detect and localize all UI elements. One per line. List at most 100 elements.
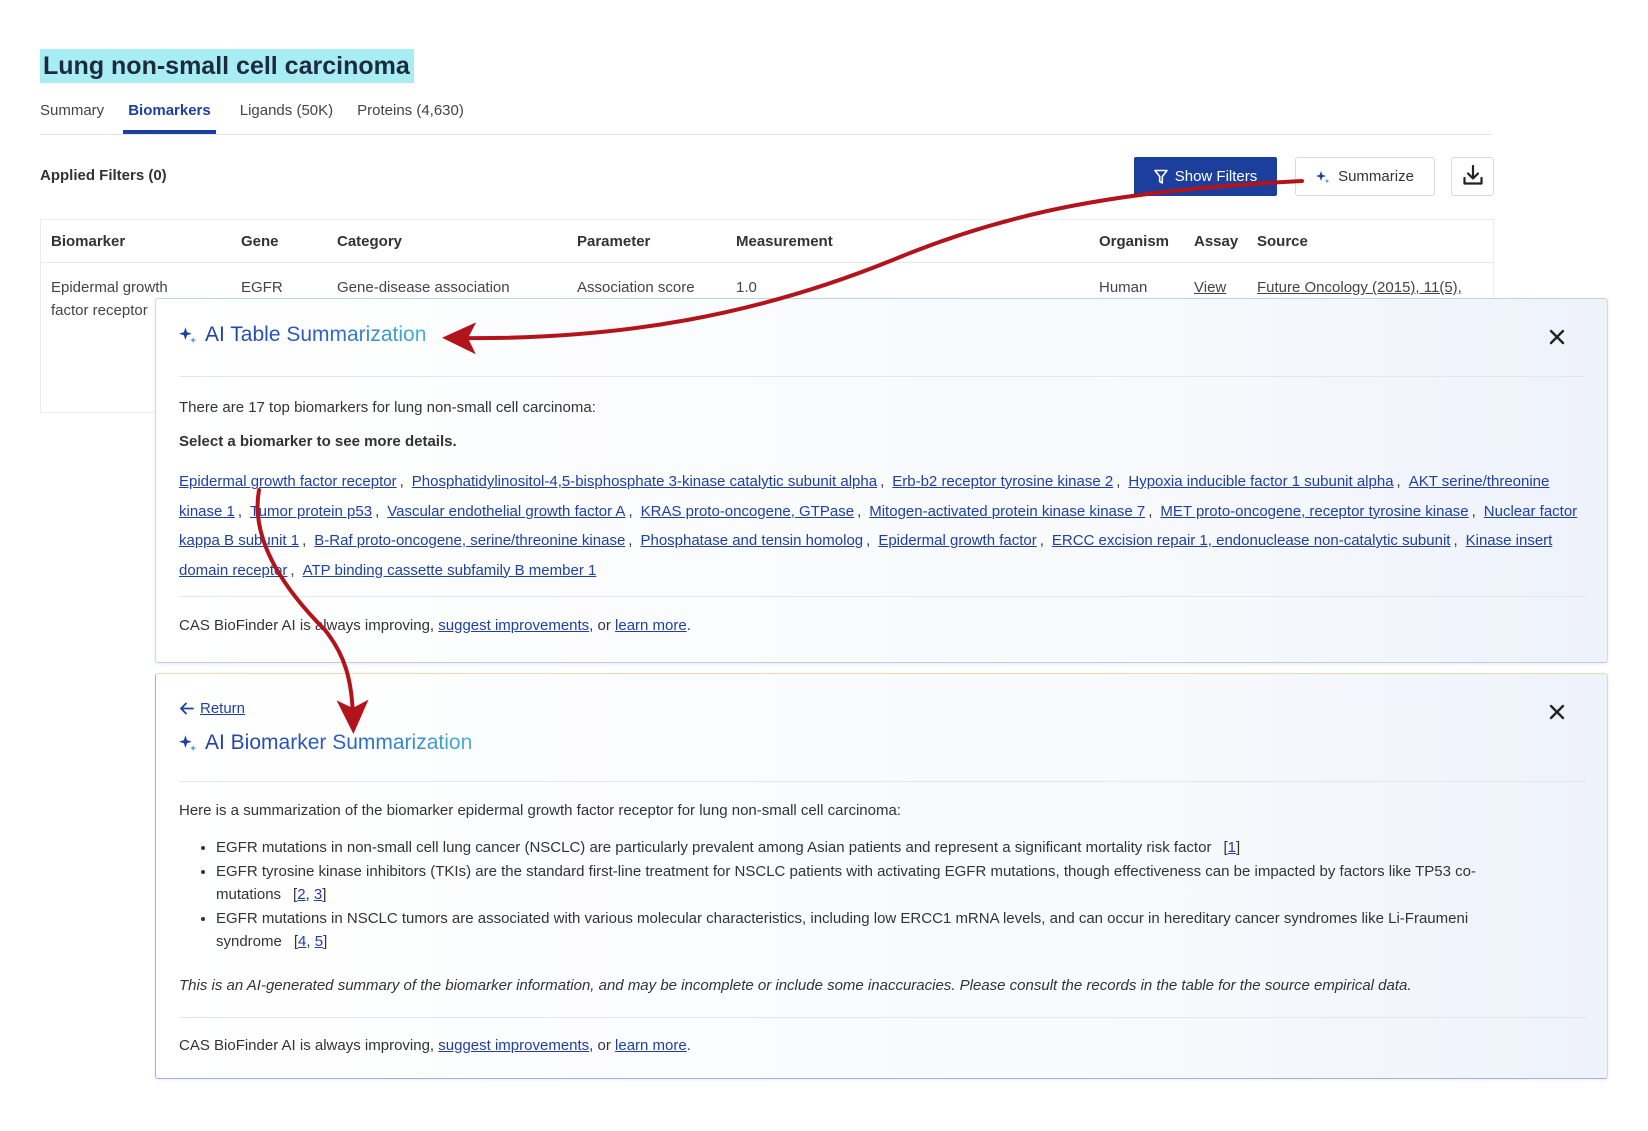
footer-text: , or [589,617,616,634]
cell-organism: Human [1099,279,1148,296]
divider [179,1017,1585,1018]
ai-biomarker-summarization-panel: Return AI Biomarker Summarization Here i… [155,673,1608,1079]
footer-text: , or [589,1037,616,1054]
tab-summary[interactable]: Summary [40,98,104,134]
biomarker-intro: Here is a summarization of the biomarker… [179,802,901,819]
biomarker-link[interactable]: Epidermal growth factor [878,532,1036,549]
sparkle-icon [1316,170,1330,184]
list-separator: , [375,502,380,520]
learn-more-link[interactable]: learn more [615,1037,687,1054]
summarize-label: Summarize [1338,168,1414,185]
close-icon [1549,704,1565,724]
page-title: Lung non-small cell carcinoma [40,49,414,83]
column-header[interactable]: Assay [1194,233,1238,250]
list-separator: , [1148,502,1153,520]
biomarker-link[interactable]: Mitogen-activated protein kinase kinase … [869,503,1145,520]
ai-biomarker-summarization-title: AI Biomarker Summarization [205,731,473,754]
tab-proteins[interactable]: Proteins (4,630) [357,98,464,134]
biomarker-link-list: Epidermal growth factor receptor, Phospha… [179,467,1579,585]
close-button[interactable] [1545,702,1569,726]
cell-measurement: 1.0 [736,279,757,296]
tab-divider [40,134,1493,135]
ai-table-summarization-title: AI Table Summarization [205,323,427,346]
filter-icon [1153,169,1168,185]
panel-title: AI Biomarker Summarization [179,731,472,755]
list-separator: , [857,502,862,520]
biomarker-link[interactable]: Erb-b2 receptor tyrosine kinase 2 [892,473,1113,490]
biomarker-link[interactable]: Epidermal growth factor receptor [179,473,397,490]
biomarker-link[interactable]: Hypoxia inducible factor 1 subunit alpha [1128,473,1393,490]
panel-footer: CAS BioFinder AI is always improving, su… [179,617,691,634]
column-header[interactable]: Measurement [736,233,833,250]
biomarker-link[interactable]: Tumor protein p53 [250,503,372,520]
divider [179,781,1585,782]
cell-source-link[interactable]: Future Oncology (2015), 11(5), [1257,276,1462,299]
close-icon [1549,329,1565,349]
sparkle-icon [179,326,197,344]
list-separator: , [1116,473,1121,490]
list-separator: , [628,532,633,549]
cell-category: Gene-disease association [337,279,510,296]
list-separator: , [1396,473,1401,490]
tab-ligands[interactable]: Ligands (50K) [240,98,333,134]
ai-table-summarization-panel: AI Table Summarization There are 17 top … [155,298,1608,663]
biomarker-link[interactable]: MET proto-oncogene, receptor tyrosine ki… [1160,503,1468,520]
biomarker-link[interactable]: ERCC excision repair 1, endonuclease non… [1052,532,1451,549]
list-item: EGFR tyrosine kinase inhibitors (TKIs) a… [216,860,1561,907]
list-separator: , [1039,532,1044,549]
biomarker-link[interactable]: Vascular endothelial growth factor A [387,503,625,520]
bullet-text: EGFR mutations in non-small cell lung ca… [216,839,1212,856]
column-header[interactable]: Parameter [577,233,650,250]
list-separator: , [628,502,633,520]
cell-parameter: Association score [577,279,695,296]
panel-footer: CAS BioFinder AI is always improving, su… [179,1037,691,1054]
return-link[interactable]: Return [179,700,245,717]
tab-biomarkers[interactable]: Biomarkers [123,98,216,134]
list-item: EGFR mutations in NSCLC tumors are assoc… [216,907,1561,954]
list-separator: , [302,532,307,549]
close-button[interactable] [1545,327,1569,351]
column-header[interactable]: Category [337,233,402,250]
list-separator: , [399,473,404,490]
summary-instruction: Select a biomarker to see more details. [179,433,457,450]
cell-gene: EGFR [241,279,283,296]
biomarker-link[interactable]: B-Raf proto-oncogene, serine/threonine k… [314,532,625,549]
summary-intro: There are 17 top biomarkers for lung non… [179,399,596,416]
citation: [1] [1223,839,1241,856]
biomarker-link[interactable]: Phosphatase and tensin homolog [640,532,863,549]
column-header[interactable]: Gene [241,233,279,250]
citation-link[interactable]: 1 [1228,839,1236,856]
learn-more-link[interactable]: learn more [615,617,687,634]
tab-bar: Summary Biomarkers Ligands (50K) Protein… [40,98,488,134]
list-separator: , [1453,532,1458,549]
citation: [4, 5] [293,933,328,950]
column-header[interactable]: Source [1257,233,1308,250]
suggest-improvements-link[interactable]: suggest improvements [438,1037,589,1054]
applied-filters-label: Applied Filters (0) [40,167,167,184]
footer-text: . [686,617,691,634]
biomarker-link[interactable]: Phosphatidylinositol-4,5-bisphosphate 3-… [412,473,877,490]
download-icon [1461,163,1485,190]
citation-link[interactable]: 5 [315,933,323,950]
divider [179,376,1585,377]
cell-assay-link[interactable]: View [1194,276,1226,299]
column-header[interactable]: Biomarker [51,233,125,250]
download-button[interactable] [1451,157,1494,196]
citation-link[interactable]: 4 [298,933,306,950]
column-header[interactable]: Organism [1099,233,1169,250]
list-separator: , [866,532,871,549]
divider [179,596,1585,597]
biomarker-link[interactable]: ATP binding cassette subfamily B member … [303,562,597,579]
citation-link[interactable]: 2 [297,886,305,903]
citation-link[interactable]: 3 [314,886,322,903]
ai-disclaimer: This is an AI-generated summary of the b… [179,977,1412,994]
footer-text: . [686,1037,691,1054]
list-separator: , [237,502,243,520]
suggest-improvements-link[interactable]: suggest improvements [438,617,589,634]
footer-text: CAS BioFinder AI is always improving, [179,1037,439,1054]
biomarker-link[interactable]: KRAS proto-oncogene, GTPase [641,503,854,520]
show-filters-button[interactable]: Show Filters [1134,157,1277,196]
list-item: EGFR mutations in non-small cell lung ca… [216,836,1561,860]
summarize-button[interactable]: Summarize [1295,157,1435,196]
list-separator: , [880,473,885,490]
